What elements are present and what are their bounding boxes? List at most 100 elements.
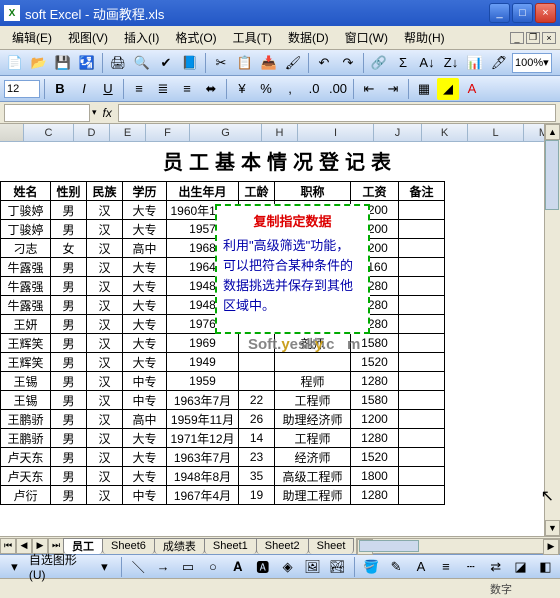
borders-icon[interactable]: ▦ [413,78,435,100]
wordart-icon[interactable]: 🅰 [252,556,273,578]
table-cell[interactable]: 1959 [167,372,239,391]
fill-color-icon[interactable]: ◢ [437,78,459,100]
column-header[interactable]: E [110,124,146,141]
table-cell[interactable]: 大专 [123,220,167,239]
table-cell[interactable]: 23 [239,448,275,467]
new-icon[interactable]: 📄 [4,52,26,74]
table-cell[interactable] [399,448,445,467]
table-header[interactable]: 民族 [87,182,123,201]
table-cell[interactable]: 汉 [87,201,123,220]
table-cell[interactable]: 女 [51,239,87,258]
textbox-icon[interactable]: 𝐀 [227,556,248,578]
table-cell[interactable]: 汉 [87,486,123,505]
table-cell[interactable] [399,429,445,448]
table-cell[interactable]: 汉 [87,315,123,334]
table-cell[interactable] [399,391,445,410]
table-cell[interactable]: 汉 [87,391,123,410]
decrease-decimal-icon[interactable]: .00 [327,78,349,100]
table-cell[interactable]: 26 [239,410,275,429]
line-color-icon[interactable]: ✎ [386,556,407,578]
vertical-scrollbar[interactable]: ▲ ▼ [544,124,560,536]
table-cell[interactable]: 丁骏婷 [1,201,51,220]
table-cell[interactable]: 汉 [87,258,123,277]
menu-format[interactable]: 格式(O) [167,27,224,48]
underline-button[interactable]: U [97,78,119,100]
table-cell[interactable]: 中专 [123,486,167,505]
table-cell[interactable]: 高级工程师 [275,467,351,486]
preview-icon[interactable]: 🔍 [131,52,153,74]
table-cell[interactable]: 男 [51,296,87,315]
table-cell[interactable]: 卢天东 [1,448,51,467]
table-cell[interactable]: 男 [51,391,87,410]
table-cell[interactable]: 大专 [123,277,167,296]
sheet-tab[interactable]: 成绩表 [154,538,205,554]
table-header[interactable]: 学历 [123,182,167,201]
menu-help[interactable]: 帮助(H) [396,27,453,48]
table-cell[interactable]: 1949 [167,353,239,372]
table-cell[interactable]: 1800 [351,467,399,486]
draw-menu-icon[interactable]: ▾ [4,556,25,578]
hscroll-thumb[interactable] [359,540,419,552]
table-cell[interactable]: 工程师 [275,391,351,410]
paste-icon[interactable]: 📥 [258,52,280,74]
table-cell[interactable] [399,334,445,353]
table-cell[interactable]: 大专 [123,296,167,315]
sheet-tab[interactable]: Sheet2 [256,538,309,554]
table-cell[interactable]: 助理工程师 [275,486,351,505]
table-header[interactable]: 姓名 [1,182,51,201]
diagram-icon[interactable]: ◈ [277,556,298,578]
picture-icon[interactable]: 🏞 [327,556,348,578]
scroll-down-icon[interactable]: ▼ [545,520,560,536]
table-cell[interactable] [239,353,275,372]
table-cell[interactable]: 工程师 [275,429,351,448]
table-cell[interactable]: 牛露强 [1,296,51,315]
chevron-down-icon[interactable]: ▾ [94,556,115,578]
table-cell[interactable] [399,372,445,391]
undo-icon[interactable]: ↶ [313,52,335,74]
menu-tools[interactable]: 工具(T) [225,27,280,48]
table-cell[interactable]: 高中 [123,239,167,258]
table-cell[interactable]: 大专 [123,201,167,220]
italic-button[interactable]: I [73,78,95,100]
table-cell[interactable]: 卢衍 [1,486,51,505]
table-cell[interactable]: 王鹏骄 [1,410,51,429]
table-cell[interactable]: 汉 [87,448,123,467]
scroll-thumb[interactable] [545,140,559,210]
table-cell[interactable] [399,239,445,258]
table-cell[interactable]: 男 [51,334,87,353]
clipart-icon[interactable]: 🖼 [302,556,323,578]
save-icon[interactable]: 💾 [52,52,74,74]
table-cell[interactable]: 1520 [351,353,399,372]
table-cell[interactable]: 大专 [123,353,167,372]
table-cell[interactable]: 程师 [275,372,351,391]
table-cell[interactable] [399,467,445,486]
fill-icon[interactable]: 🪣 [361,556,382,578]
table-cell[interactable] [399,353,445,372]
table-cell[interactable]: 大专 [123,467,167,486]
permission-icon[interactable]: 🛂 [76,52,98,74]
menu-window[interactable]: 窗口(W) [337,27,396,48]
table-cell[interactable]: 王妍 [1,315,51,334]
table-cell[interactable]: 刁志 [1,239,51,258]
font-color-icon[interactable]: A [461,78,483,100]
table-cell[interactable]: 助理经济师 [275,410,351,429]
table-cell[interactable]: 大专 [123,315,167,334]
menu-insert[interactable]: 插入(I) [116,27,167,48]
table-cell[interactable]: 男 [51,429,87,448]
line-style-icon[interactable]: ≡ [435,556,456,578]
formula-input[interactable] [118,104,556,122]
table-cell[interactable] [399,410,445,429]
table-cell[interactable]: 1969 [167,334,239,353]
table-cell[interactable]: 丁骏婷 [1,220,51,239]
table-cell[interactable]: 1967年4月 [167,486,239,505]
table-cell[interactable] [399,201,445,220]
bold-button[interactable]: B [49,78,71,100]
autoshape-menu[interactable]: 自选图形(U) [29,551,90,582]
table-cell[interactable]: 1963年7月 [167,448,239,467]
window-close-button[interactable]: × [535,3,556,23]
oval-icon[interactable]: ○ [202,556,223,578]
table-cell[interactable]: 1200 [351,410,399,429]
table-cell[interactable] [399,220,445,239]
table-cell[interactable] [239,372,275,391]
table-cell[interactable]: 1280 [351,429,399,448]
